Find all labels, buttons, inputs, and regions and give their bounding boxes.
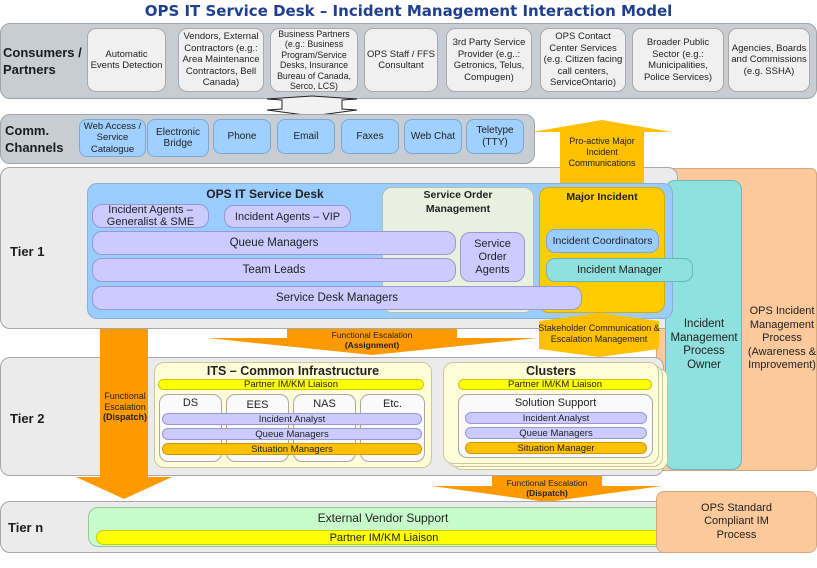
its-group-ds-label: DS <box>182 397 199 409</box>
consumer-broader-public: Broader Public Sector (e.g.: Municipalit… <box>632 28 724 92</box>
incident-agents-generalist: Incident Agents – Generalist & SME <box>92 204 209 228</box>
stakeholder-arrow-label: Stakeholder Communication & Escalation M… <box>538 323 660 344</box>
ops-process-label: OPS Incident Management Process (Awarene… <box>747 305 817 371</box>
assignment-line1: Functional Escalation <box>331 330 413 340</box>
assignment-line2: (Assignment) <box>344 340 400 350</box>
incident-manager: Incident Manager <box>546 258 693 282</box>
clusters-incident-analyst: Incident Analyst <box>465 412 647 424</box>
its-queue-managers: Queue Managers <box>162 428 422 440</box>
tiern-liaison: Partner IM/KM Liaison <box>96 530 672 545</box>
diagram-title: OPS IT Service Desk – Incident Managemen… <box>144 2 673 20</box>
dispatch-left-line2: (Dispatch) <box>102 412 147 422</box>
queue-managers: Queue Managers <box>92 231 456 255</box>
dispatch-bottom-line1: Functional Escalation <box>506 478 588 488</box>
clusters-situation-manager: Situation Manager <box>465 442 647 454</box>
consumer-contact-center: OPS Contact Center Services (e.g. Citize… <box>540 28 626 92</box>
consumer-third-party-text: 3rd Party Service Provider (e.g..: Getro… <box>449 37 529 83</box>
service-order-title: Service Order Management <box>423 189 493 215</box>
channel-phone: Phone <box>213 119 271 154</box>
incident-coordinators: Incident Coordinators <box>546 229 659 253</box>
consumer-agencies: Agencies, Boards and Commissions (e.g. S… <box>728 28 810 92</box>
consumer-ops-staff: OPS Staff / FFS Consultant <box>364 28 438 92</box>
channel-web-chat: Web Chat <box>404 119 462 154</box>
its-liaison: Partner IM/KM Liaison <box>158 379 424 390</box>
dispatch-bottom-label: Functional Escalation (Dispatch) <box>487 478 607 498</box>
service-desk-title: OPS IT Service Desk <box>206 187 324 201</box>
consumer-vendors: Vendors, External Contractors (e.g.: Are… <box>178 28 264 92</box>
channel-electronic-bridge: Electronic Bridge <box>147 119 209 157</box>
team-leads: Team Leads <box>92 258 456 282</box>
clusters-liaison: Partner IM/KM Liaison <box>458 379 652 390</box>
consumer-third-party: 3rd Party Service Provider (e.g..: Getro… <box>446 28 532 92</box>
consumers-label: Consumers / Partners <box>3 45 82 77</box>
its-incident-analyst: Incident Analyst <box>162 413 422 425</box>
channels-label: Comm. Channels <box>5 123 64 155</box>
service-desk-managers: Service Desk Managers <box>92 286 582 310</box>
channel-faxes: Faxes <box>341 119 399 154</box>
consumer-business-partners: Business Partners (e.g.: Business Progra… <box>270 28 358 92</box>
proactive-arrow-label: Pro-active Major Incident Communications <box>568 136 636 168</box>
tiern-label: Tier n <box>8 520 44 535</box>
dispatch-left-label: Functional Escalation (Dispatch) <box>100 391 150 423</box>
clusters-queue-managers: Queue Managers <box>465 427 647 439</box>
consumer-automatic-events: Automatic Events Detection <box>87 28 166 92</box>
solution-support-label: Solution Support <box>514 397 597 409</box>
incident-agents-vip: Incident Agents – VIP <box>224 205 351 228</box>
its-situation-managers: Situation Managers <box>162 443 422 455</box>
major-incident-title: Major Incident <box>566 191 638 203</box>
its-title: ITS – Common Infrastructure <box>206 364 380 378</box>
its-group-etc-label: Etc. <box>383 398 402 410</box>
tier2-label: Tier 2 <box>10 411 45 426</box>
channel-web-access: Web Access / Service Catalogue <box>79 119 146 157</box>
its-group-ees-label: EES <box>246 399 269 411</box>
dispatch-left-line1: Functional Escalation <box>104 391 146 412</box>
dispatch-bottom-line2: (Dispatch) <box>526 488 568 498</box>
ops-standard-box: OPS Standard Compliant IM Process <box>656 491 817 553</box>
channel-email: Email <box>277 119 335 154</box>
tier1-label: Tier 1 <box>10 244 45 259</box>
clusters-title: Clusters <box>525 364 577 378</box>
vendor-label: External Vendor Support <box>317 511 449 525</box>
its-group-nas-label: NAS <box>313 398 336 410</box>
process-owner-label: Incident Management Process Owner <box>670 318 738 371</box>
assignment-arrow-label: Functional Escalation (Assignment) <box>297 330 447 350</box>
channel-tty: Teletype (TTY) <box>466 119 524 154</box>
service-order-agents: Service Order Agents <box>460 232 525 282</box>
consumer-third-party-label: 3rd Party Service Provider (e.g..: Getro… <box>452 37 526 83</box>
